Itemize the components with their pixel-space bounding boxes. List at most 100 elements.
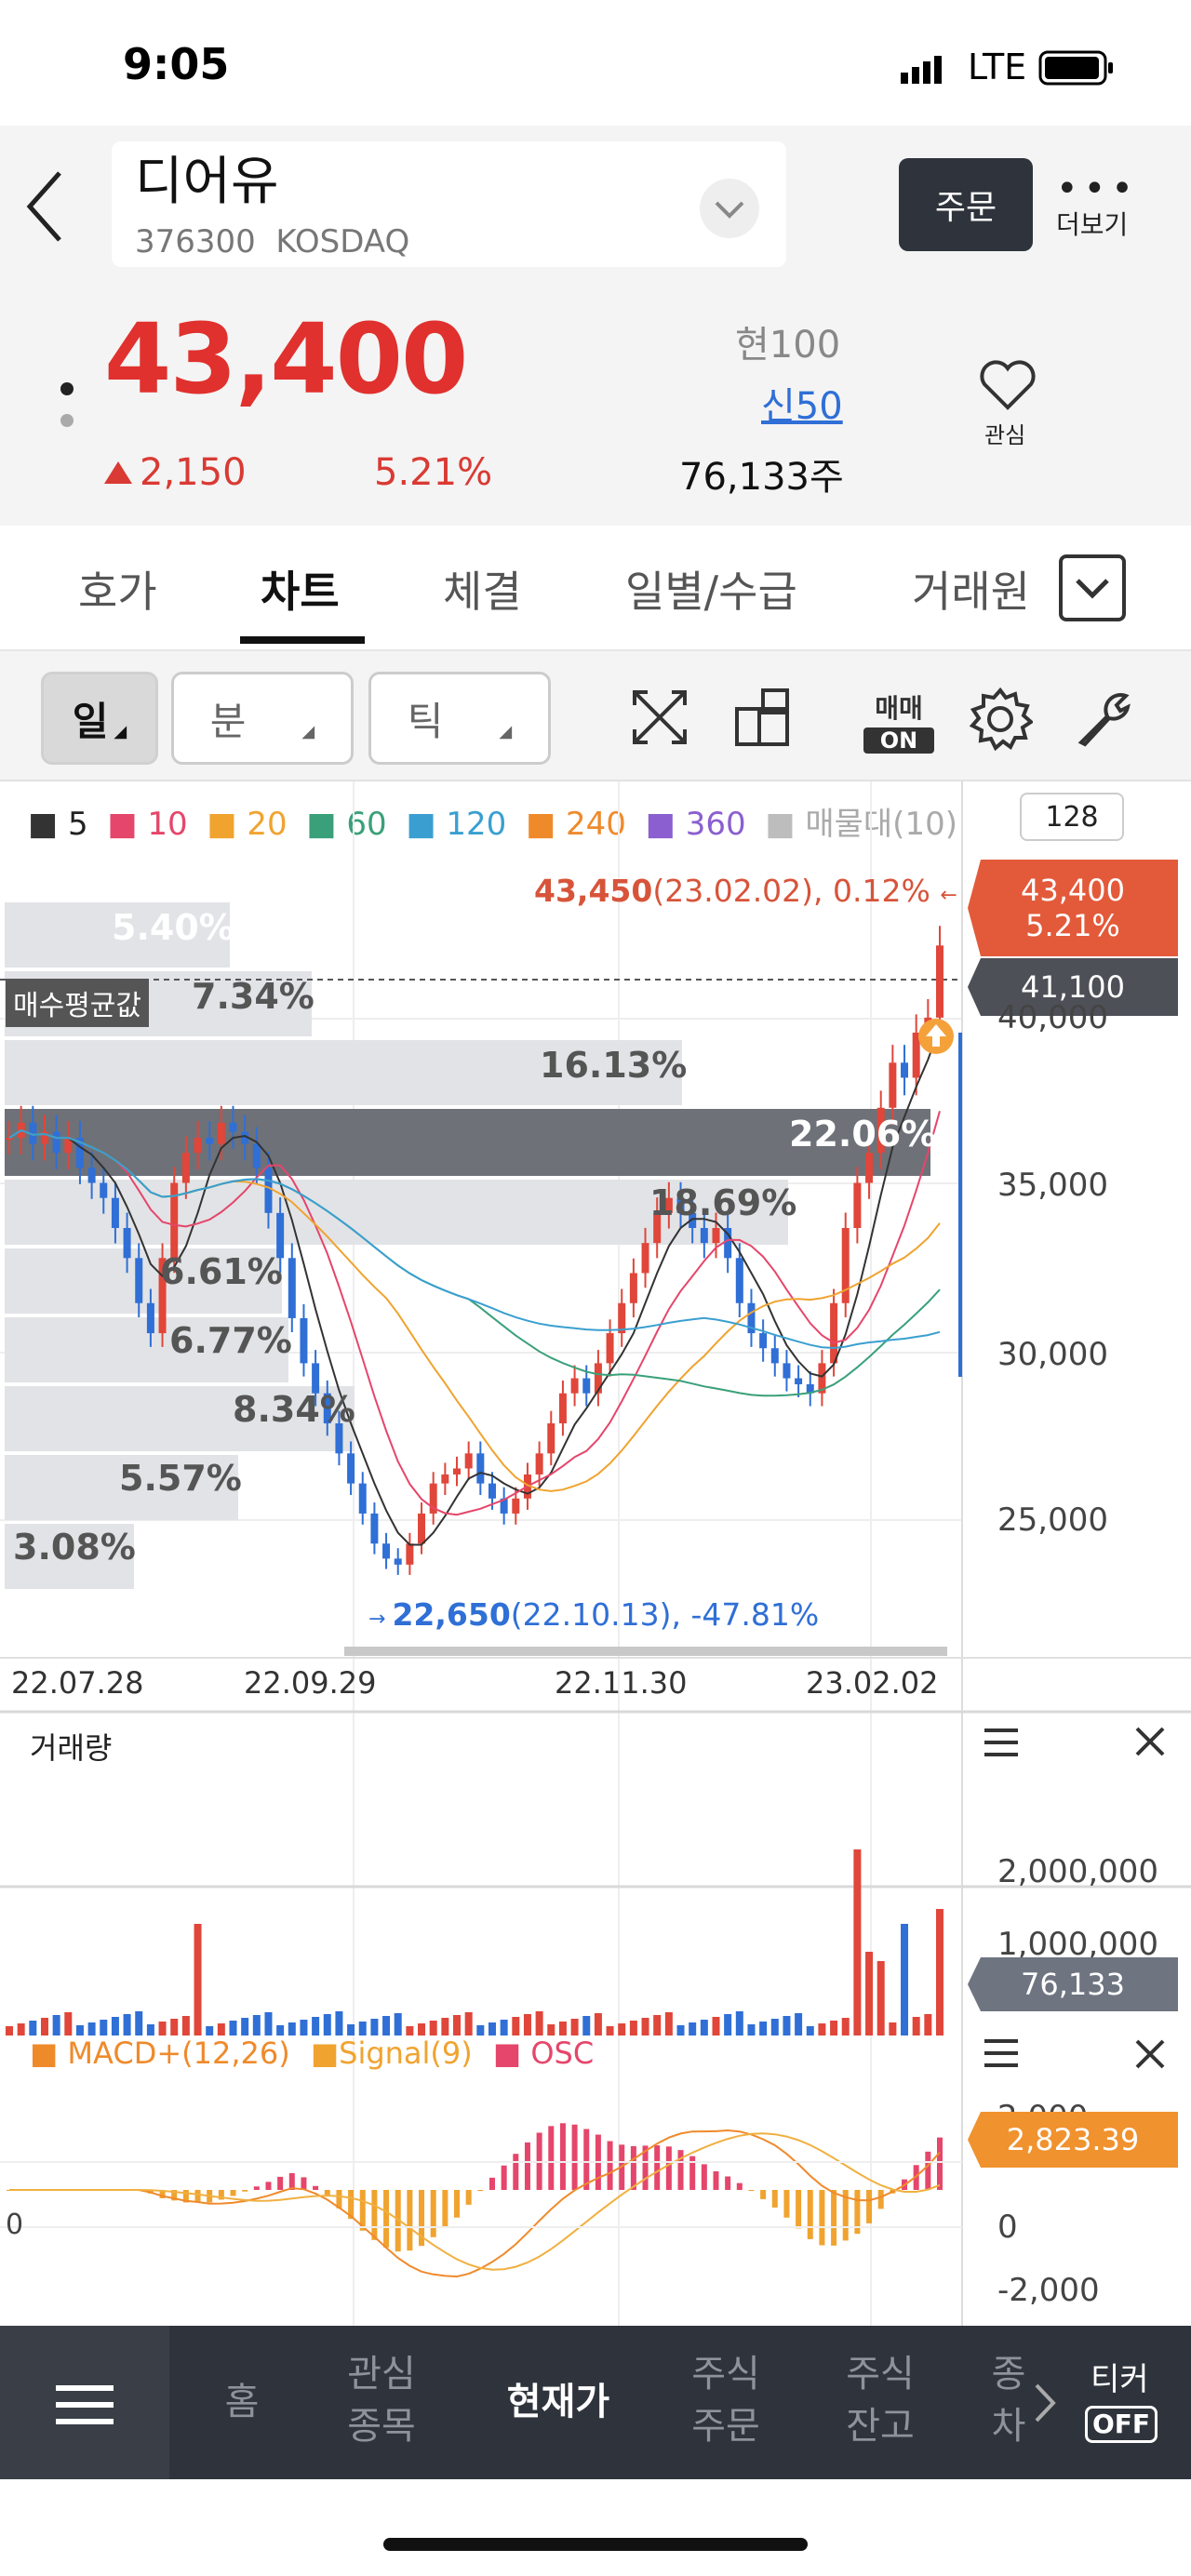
volume-bar bbox=[582, 2016, 591, 2035]
volume-y-tick: 2,000,000 bbox=[997, 1853, 1159, 1890]
menu-icon[interactable] bbox=[984, 1728, 1022, 1762]
tab-hoga[interactable]: 호가 bbox=[78, 558, 157, 620]
vp-label: 16.13% bbox=[540, 1045, 688, 1086]
vp-label: 6.77% bbox=[169, 1320, 292, 1361]
volume-bar bbox=[865, 1952, 874, 2035]
volume-bar bbox=[795, 2013, 803, 2035]
nav-stock-order[interactable]: 주식 주문 bbox=[679, 2348, 772, 2452]
menu-icon[interactable] bbox=[984, 2039, 1022, 2073]
volume-bar bbox=[830, 2021, 838, 2035]
close-icon[interactable] bbox=[1133, 2037, 1167, 2075]
chevron-right-icon[interactable] bbox=[1033, 2382, 1057, 2428]
volume-bar bbox=[664, 2012, 673, 2035]
volume-bar bbox=[300, 2020, 308, 2035]
volume-bar bbox=[135, 2011, 143, 2035]
expand-icon[interactable] bbox=[629, 687, 690, 752]
macd-zero-label: 0 bbox=[6, 2209, 24, 2241]
chevron-down-icon[interactable] bbox=[700, 179, 759, 238]
ticker-toggle[interactable]: OFF bbox=[1085, 2406, 1158, 2443]
osc-bar bbox=[454, 2190, 461, 2218]
vp-label: 8.34% bbox=[233, 1389, 355, 1430]
nav-watchlist[interactable]: 관심 종목 bbox=[335, 2348, 428, 2452]
volume-bar bbox=[288, 2022, 296, 2035]
volume-bar bbox=[335, 2011, 343, 2035]
osc-bar bbox=[383, 2190, 390, 2248]
candle-body bbox=[901, 1062, 909, 1078]
tab-chart[interactable]: 차트 bbox=[261, 558, 340, 620]
volume-bar bbox=[853, 1849, 862, 2035]
candle-body bbox=[783, 1363, 791, 1379]
candle-body bbox=[535, 1453, 543, 1475]
wrench-icon[interactable] bbox=[1072, 687, 1137, 755]
nav-partial-item[interactable]: 종차 bbox=[990, 2348, 1027, 2452]
osc-bar bbox=[301, 2177, 307, 2190]
volume-bar bbox=[724, 2014, 732, 2035]
osc-bar bbox=[430, 2190, 436, 2237]
volume-bar bbox=[194, 1924, 202, 2035]
volume-bar bbox=[276, 2025, 285, 2035]
nav-home[interactable]: 홈 bbox=[205, 2376, 279, 2428]
trade-on-toggle[interactable]: 매매 ON bbox=[863, 688, 934, 754]
vp-label: 6.61% bbox=[160, 1251, 283, 1292]
osc-bar bbox=[513, 2154, 519, 2190]
back-icon[interactable] bbox=[24, 167, 65, 249]
volume-bar bbox=[901, 1924, 909, 2035]
nav-current-price[interactable]: 현재가 bbox=[484, 2376, 633, 2428]
status-time: 9:05 bbox=[123, 39, 230, 89]
period-day-button[interactable]: 일 ◢ bbox=[41, 672, 158, 765]
candle-body bbox=[770, 1348, 779, 1364]
osc-bar bbox=[548, 2126, 555, 2190]
y-tick: 30,000 bbox=[997, 1336, 1108, 1373]
osc-bar bbox=[877, 2190, 884, 2209]
buy-signal-icon bbox=[917, 1018, 955, 1059]
osc-bar bbox=[760, 2190, 767, 2199]
candle-body bbox=[181, 1153, 190, 1183]
stock-code-market: 376300 KOSDAQ bbox=[135, 223, 410, 260]
period-tick-button[interactable]: 틱 ◢ bbox=[368, 672, 551, 765]
volume-bar bbox=[347, 2024, 355, 2035]
volume-bar bbox=[558, 2022, 567, 2035]
gear-icon[interactable] bbox=[968, 687, 1035, 755]
osc-bar bbox=[607, 2141, 613, 2190]
volume-bar bbox=[464, 2012, 473, 2035]
volume-bar bbox=[759, 2022, 768, 2035]
volume-bar bbox=[523, 2014, 531, 2035]
watch-label[interactable]: 관심 bbox=[984, 417, 1025, 449]
volume-bar bbox=[100, 2020, 108, 2035]
volume-bar bbox=[75, 2025, 84, 2035]
period-minute-button[interactable]: 분 ◢ bbox=[171, 672, 354, 765]
osc-bar bbox=[265, 2182, 272, 2190]
shin-link[interactable]: 신50 bbox=[761, 376, 843, 430]
osc-bar bbox=[937, 2137, 943, 2190]
trade-volume: 76,133주 bbox=[679, 456, 844, 499]
tab-daily[interactable]: 일별/수급 bbox=[625, 558, 797, 620]
candle-body bbox=[464, 1453, 473, 1469]
osc-bar bbox=[524, 2142, 530, 2190]
layout-icon[interactable] bbox=[731, 687, 793, 752]
osc-bar bbox=[819, 2190, 825, 2246]
more-label[interactable]: 더보기 bbox=[1056, 205, 1128, 242]
heart-icon[interactable] bbox=[979, 359, 1037, 415]
high-annotation: 43,450(23.02.02), 0.12% ← bbox=[534, 873, 957, 909]
osc-bar bbox=[748, 2190, 755, 2192]
nav-stock-balance[interactable]: 주식 잔고 bbox=[834, 2348, 927, 2452]
close-icon[interactable] bbox=[1133, 1725, 1167, 1762]
osc-bar bbox=[807, 2190, 813, 2239]
x-tick: 23.02.02 bbox=[806, 1665, 939, 1701]
volume-bar bbox=[500, 2020, 508, 2035]
order-button[interactable]: 주문 bbox=[899, 158, 1033, 251]
volume-bar bbox=[394, 2013, 402, 2035]
macd-tag: 2,823.39 bbox=[968, 2112, 1178, 2168]
volume-panel-title: 거래량 bbox=[30, 1730, 113, 1766]
candle-body bbox=[370, 1513, 379, 1544]
tab-trades[interactable]: 체결 bbox=[443, 558, 522, 620]
tab-more-icon[interactable] bbox=[1059, 554, 1126, 621]
hamburger-menu[interactable] bbox=[0, 2326, 169, 2479]
chart-scrollbar[interactable] bbox=[344, 1647, 947, 1656]
tab-broker[interactable]: 거래원 bbox=[912, 558, 1030, 620]
home-indicator bbox=[383, 2538, 808, 2551]
candle-body bbox=[206, 1138, 214, 1144]
vp-label: 7.34% bbox=[192, 976, 314, 1017]
current-price-tag: 43,400 5.21% bbox=[968, 860, 1178, 956]
candle-body bbox=[570, 1378, 579, 1394]
